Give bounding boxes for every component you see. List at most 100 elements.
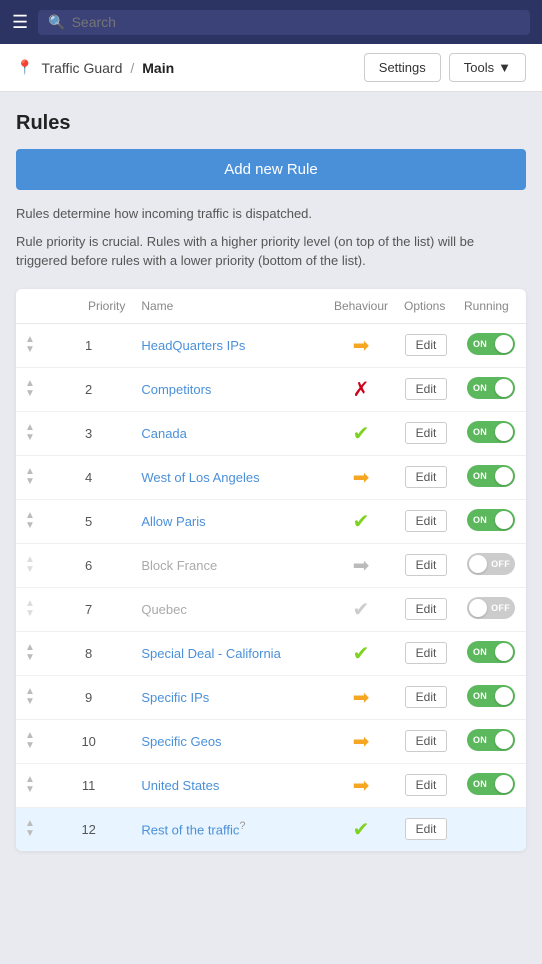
search-bar[interactable]: 🔍 [38, 10, 530, 35]
toggle-off[interactable]: OFF [467, 597, 515, 619]
row-behaviour: ✔ [326, 587, 396, 631]
sort-handle[interactable]: ▲ ▼ [16, 543, 44, 587]
description-2: Rule priority is crucial. Rules with a h… [16, 232, 526, 271]
sort-handle[interactable]: ▲ ▼ [16, 631, 44, 675]
th-behaviour: Behaviour [326, 289, 396, 324]
toggle-on[interactable]: ON [467, 685, 515, 707]
edit-button[interactable]: Edit [405, 774, 448, 796]
toggle-on[interactable]: ON [467, 641, 515, 663]
row-name[interactable]: HeadQuarters IPs [133, 323, 326, 367]
row-name[interactable]: Block France [133, 543, 326, 587]
row-behaviour: ➡ [326, 455, 396, 499]
row-options: Edit [396, 807, 456, 851]
add-rule-button[interactable]: Add new Rule [16, 149, 526, 190]
row-name[interactable]: Specific Geos [133, 719, 326, 763]
row-running: ON [456, 675, 526, 719]
table-row: ▲ ▼ 9 Specific IPs ➡ Edit ON [16, 675, 526, 719]
sort-arrows: ▲ ▼ [24, 687, 36, 707]
toggle-on[interactable]: ON [467, 729, 515, 751]
edit-button[interactable]: Edit [405, 510, 448, 532]
row-name[interactable]: Special Deal - California [133, 631, 326, 675]
settings-button[interactable]: Settings [364, 53, 441, 82]
breadcrumb-actions: Settings Tools ▼ [364, 53, 526, 82]
row-priority: 9 [44, 675, 133, 719]
toggle-on[interactable]: ON [467, 465, 515, 487]
row-running: ON [456, 367, 526, 411]
toggle-on[interactable]: ON [467, 509, 515, 531]
info-icon: ? [239, 820, 245, 832]
main-content: Rules Add new Rule Rules determine how i… [0, 92, 542, 871]
row-priority: 5 [44, 499, 133, 543]
toggle-on[interactable]: ON [467, 377, 515, 399]
table-row: ▲ ▼ 1 HeadQuarters IPs ➡ Edit ON [16, 323, 526, 367]
forward-gray-icon: ➡ [353, 555, 370, 577]
row-behaviour: ✔ [326, 631, 396, 675]
edit-button[interactable]: Edit [405, 598, 448, 620]
table-row: ▲ ▼ 12 Rest of the traffic? ✔ Edit [16, 807, 526, 851]
toggle-on[interactable]: ON [467, 333, 515, 355]
row-running: ON [456, 631, 526, 675]
tools-button[interactable]: Tools ▼ [449, 53, 526, 82]
sort-arrows: ▲ ▼ [24, 643, 36, 663]
sort-arrows: ▲ ▼ [24, 819, 36, 839]
search-input[interactable] [72, 14, 520, 30]
breadcrumb-parent[interactable]: Traffic Guard [41, 60, 122, 76]
sort-handle[interactable]: ▲ ▼ [16, 411, 44, 455]
row-name[interactable]: Canada [133, 411, 326, 455]
row-name[interactable]: Quebec [133, 587, 326, 631]
sort-handle[interactable]: ▲ ▼ [16, 763, 44, 807]
row-running: ON [456, 323, 526, 367]
toggle-on[interactable]: ON [467, 773, 515, 795]
edit-button[interactable]: Edit [405, 730, 448, 752]
edit-button[interactable]: Edit [405, 422, 448, 444]
sort-handle[interactable]: ▲ ▼ [16, 807, 44, 851]
row-options: Edit [396, 499, 456, 543]
sort-arrows: ▲ ▼ [24, 511, 36, 531]
table-row: ▲ ▼ 7 Quebec ✔ Edit OFF [16, 587, 526, 631]
topbar: ☰ 🔍 [0, 0, 542, 44]
row-running: OFF [456, 543, 526, 587]
sort-arrows: ▲ ▼ [24, 335, 36, 355]
toggle-off[interactable]: OFF [467, 553, 515, 575]
row-name[interactable]: United States [133, 763, 326, 807]
sort-arrows: ▲ ▼ [24, 555, 36, 575]
toggle-on[interactable]: ON [467, 421, 515, 443]
row-behaviour: ➡ [326, 543, 396, 587]
row-name[interactable]: Specific IPs [133, 675, 326, 719]
sort-handle[interactable]: ▲ ▼ [16, 719, 44, 763]
edit-button[interactable]: Edit [405, 466, 448, 488]
row-behaviour: ✔ [326, 499, 396, 543]
edit-button[interactable]: Edit [405, 554, 448, 576]
check-icon: ✔ [353, 819, 370, 841]
row-priority: 1 [44, 323, 133, 367]
edit-button[interactable]: Edit [405, 818, 448, 840]
row-name[interactable]: West of Los Angeles [133, 455, 326, 499]
th-sort [16, 289, 44, 324]
sort-handle[interactable]: ▲ ▼ [16, 675, 44, 719]
edit-button[interactable]: Edit [405, 642, 448, 664]
th-options: Options [396, 289, 456, 324]
table-row: ▲ ▼ 2 Competitors ✗ Edit ON [16, 367, 526, 411]
table-header-row: Priority Name Behaviour Options Running [16, 289, 526, 324]
sort-handle[interactable]: ▲ ▼ [16, 367, 44, 411]
sort-handle[interactable]: ▲ ▼ [16, 499, 44, 543]
row-options: Edit [396, 323, 456, 367]
row-running: ON [456, 411, 526, 455]
row-behaviour: ✗ [326, 367, 396, 411]
row-behaviour: ➡ [326, 763, 396, 807]
sort-handle[interactable]: ▲ ▼ [16, 323, 44, 367]
row-options: Edit [396, 543, 456, 587]
row-running: ON [456, 455, 526, 499]
row-name[interactable]: Rest of the traffic? [133, 807, 326, 851]
sort-handle[interactable]: ▲ ▼ [16, 455, 44, 499]
edit-button[interactable]: Edit [405, 686, 448, 708]
menu-icon[interactable]: ☰ [12, 12, 28, 33]
sort-handle[interactable]: ▲ ▼ [16, 587, 44, 631]
check-icon: ✔ [353, 423, 370, 445]
row-behaviour: ✔ [326, 411, 396, 455]
row-name[interactable]: Allow Paris [133, 499, 326, 543]
chevron-down-icon: ▼ [498, 60, 511, 75]
edit-button[interactable]: Edit [405, 334, 448, 356]
edit-button[interactable]: Edit [405, 378, 448, 400]
row-name[interactable]: Competitors [133, 367, 326, 411]
